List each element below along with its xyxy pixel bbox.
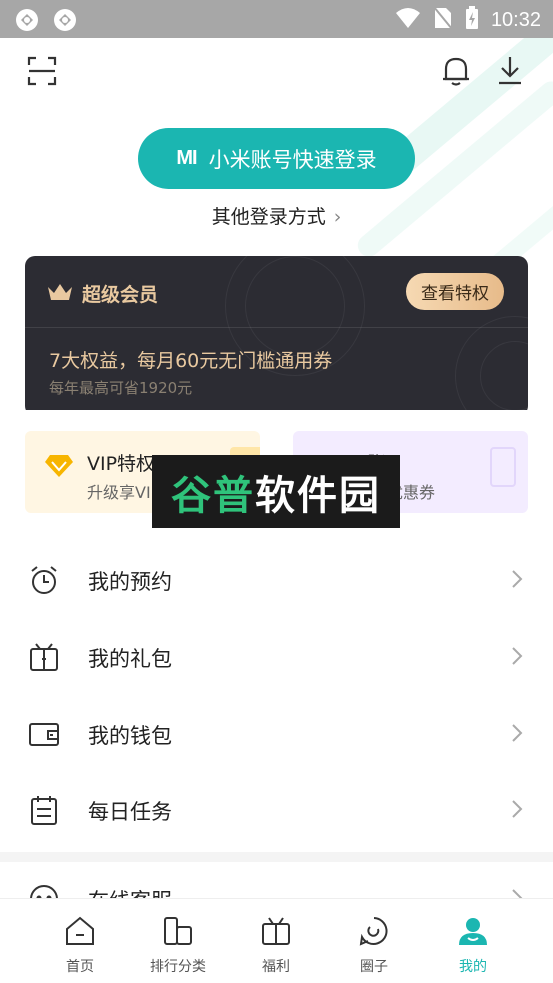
bottom-navigation: 首页 排行分类 福利 圈子 我的 [0, 898, 553, 983]
alarm-clock-icon [28, 564, 60, 596]
community-icon [358, 915, 390, 947]
chevron-right-icon: › [333, 206, 342, 228]
chevron-right-icon [511, 646, 523, 670]
profile-header: MI 小米账号快速登录 其他登录方式 › 超级会员 查看特权 7大权益，每月60元… [0, 38, 553, 410]
menu-item-gifts[interactable]: 我的礼包 [0, 620, 553, 696]
menu-item-wallet[interactable]: 我的钱包 [0, 697, 553, 773]
nav-label: 圈子 [360, 959, 388, 975]
vip-tile-subtitle: 升级享VIP [87, 483, 161, 502]
menu-item-label: 我的礼包 [88, 647, 172, 671]
crown-icon [47, 282, 73, 306]
nav-home[interactable]: 首页 [30, 899, 130, 983]
gift-icon [28, 641, 60, 673]
other-login-link[interactable]: 其他登录方式 › [0, 202, 553, 229]
nav-label: 排行分类 [150, 959, 206, 975]
app-notification-icon [52, 7, 78, 37]
wallet-icon [28, 718, 60, 750]
chevron-right-icon [511, 799, 523, 823]
watermark-banner: 谷普软件园 [152, 455, 400, 528]
section-divider [0, 852, 553, 862]
app-notification-icon [14, 7, 40, 37]
login-button-label: 小米账号快速登录 [208, 147, 377, 172]
nav-community[interactable]: 圈子 [324, 899, 424, 983]
support-icon [28, 883, 60, 898]
battery-icon [465, 6, 479, 34]
nav-label: 首页 [66, 959, 94, 975]
vip-tile-title: VIP特权 [87, 453, 156, 475]
diamond-icon [44, 453, 74, 483]
chevron-right-icon [511, 723, 523, 747]
decorative-ticket [490, 447, 516, 487]
vip-benefit-text: 7大权益，每月60元无门槛通用券 [49, 350, 333, 372]
chevron-right-icon [511, 888, 523, 898]
menu-item-daily-tasks[interactable]: 每日任务 [0, 773, 553, 849]
download-icon[interactable] [494, 54, 526, 88]
nav-ranking[interactable]: 排行分类 [128, 899, 228, 983]
home-icon [64, 915, 96, 947]
menu-item-support[interactable]: 在线客服 [0, 862, 553, 898]
nav-welfare[interactable]: 福利 [226, 899, 326, 983]
menu-item-reservations[interactable]: 我的预约 [0, 543, 553, 619]
scan-icon[interactable] [26, 55, 58, 87]
decorative-ring [245, 256, 345, 356]
profile-icon [457, 915, 489, 947]
nav-label: 福利 [262, 959, 290, 975]
menu-item-label: 我的预约 [88, 570, 172, 594]
ranking-icon [162, 915, 194, 947]
notification-bell-icon[interactable] [440, 54, 472, 88]
no-sim-icon [433, 6, 453, 34]
chevron-right-icon [511, 569, 523, 593]
nav-profile[interactable]: 我的 [423, 899, 523, 983]
nav-label: 我的 [459, 959, 487, 975]
mi-account-login-button[interactable]: MI 小米账号快速登录 [138, 128, 415, 189]
watermark-text-white: 软件园 [255, 472, 381, 519]
mi-logo-icon: MI [176, 147, 197, 169]
view-privileges-button[interactable]: 查看特权 [406, 273, 504, 310]
other-login-label: 其他登录方式 [211, 206, 326, 228]
vip-card[interactable]: 超级会员 查看特权 7大权益，每月60元无门槛通用券 每年最高可省1920元 [25, 256, 528, 410]
menu-item-label: 在线客服 [88, 885, 172, 898]
status-time: 10:32 [490, 8, 541, 31]
vip-saving-text: 每年最高可省1920元 [49, 379, 193, 397]
menu-item-label: 每日任务 [88, 800, 172, 824]
vip-title: 超级会员 [82, 284, 159, 306]
menu-sheet: VIP特权 升级享VIP 0张 可用优惠券 谷普软件园 我的预约 我的礼包 我的… [0, 410, 553, 898]
divider [25, 327, 528, 328]
status-bar: 10:32 [0, 0, 553, 38]
menu-item-label: 我的钱包 [88, 724, 172, 748]
calendar-task-icon [28, 794, 60, 826]
watermark-text-green: 谷普 [171, 472, 255, 519]
gift-box-icon [260, 915, 292, 947]
wifi-icon [395, 7, 421, 33]
